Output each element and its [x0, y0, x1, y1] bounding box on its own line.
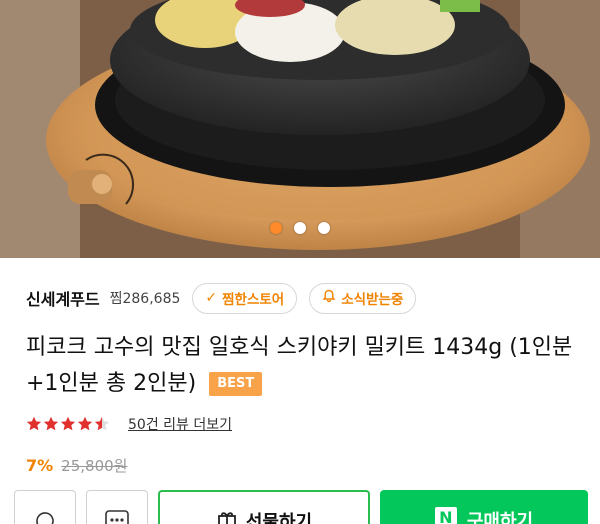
- star-icon: [43, 416, 59, 431]
- store-info-row: 신세계푸드 찜286,685 ✓ 찜한스토어 소식받는중: [26, 282, 417, 314]
- gift-icon: [216, 508, 238, 524]
- product-photo: [0, 0, 600, 258]
- notify-button[interactable]: 소식받는중: [309, 282, 417, 314]
- best-badge: BEST: [209, 372, 263, 396]
- jjim-store-label: 찜한스토어: [222, 292, 285, 308]
- check-icon: ✓: [205, 290, 218, 306]
- star-icon: [77, 416, 93, 431]
- star-icon: [26, 416, 42, 431]
- buy-button[interactable]: N 구매하기: [380, 490, 588, 524]
- star-icon: [94, 416, 110, 431]
- gift-label: 선물하기: [245, 512, 313, 524]
- carousel-dot-2[interactable]: [294, 222, 306, 234]
- carousel-indicator[interactable]: [0, 222, 600, 234]
- naver-logo-icon: N: [434, 507, 457, 524]
- original-price: 25,800원: [61, 456, 128, 475]
- review-more-link[interactable]: 50건 리뷰 더보기: [128, 414, 232, 434]
- store-jjim-count: 찜286,685: [109, 291, 181, 307]
- carousel-dot-3[interactable]: [318, 222, 330, 234]
- store-name[interactable]: 신세계푸드: [26, 286, 100, 310]
- star-icon: [60, 416, 76, 431]
- carousel-dot-1[interactable]: [270, 222, 282, 234]
- more-dots-icon: [104, 509, 130, 524]
- product-title-block: 피코크 고수의 맛집 일호식 스키야키 밀키트 1434g (1인분+1인분 총…: [26, 330, 586, 402]
- bottom-action-bar: 선물하기 N 구매하기: [0, 482, 600, 524]
- like-button[interactable]: [14, 490, 76, 524]
- jjim-store-button[interactable]: ✓ 찜한스토어: [192, 282, 298, 314]
- price-row: 7% 25,800원: [26, 454, 127, 476]
- notify-label: 소식받는중: [341, 292, 404, 308]
- star-rating: [26, 416, 110, 432]
- product-title: 피코크 고수의 맛집 일호식 스키야키 밀키트 1434g (1인분+1인분 총…: [26, 335, 573, 396]
- buy-label: 구매하기: [466, 511, 534, 524]
- chat-heart-icon: [33, 509, 57, 524]
- discount-rate: 7%: [26, 455, 54, 475]
- rating-row: 50건 리뷰 더보기: [26, 412, 232, 436]
- gift-button[interactable]: 선물하기: [158, 490, 370, 524]
- more-button[interactable]: [86, 490, 148, 524]
- product-image-carousel[interactable]: [0, 0, 600, 258]
- bell-icon: [322, 289, 336, 307]
